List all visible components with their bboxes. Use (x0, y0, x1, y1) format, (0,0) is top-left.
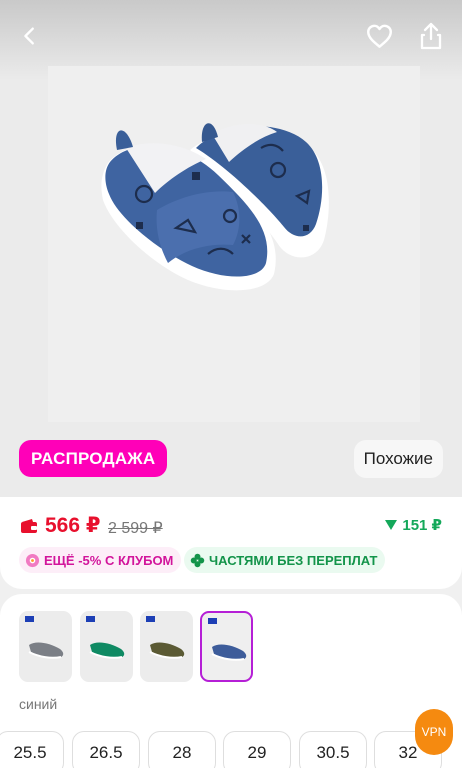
product-shoe-image (101, 123, 329, 291)
installment-chip[interactable]: ЧАСТЯМИ БЕЗ ПЕРЕПЛАТ (184, 547, 386, 573)
heart-icon (366, 24, 392, 48)
mini-shoe-olive (149, 642, 185, 659)
price-card (0, 497, 462, 589)
favorite-button[interactable] (361, 18, 397, 54)
size-option[interactable]: 26.5 (72, 731, 140, 768)
installment-label: ЧАСТЯМИ БЕЗ ПЕРЕПЛАТ (209, 552, 378, 568)
brand-logo (86, 616, 95, 622)
product-page: РАСПРОДАЖА Похожие 566 ₽ 2 599 ₽ 151 ₽ Е… (0, 0, 462, 768)
back-button[interactable] (12, 18, 48, 54)
size-option[interactable]: 30.5 (299, 731, 367, 768)
product-photo[interactable] (48, 66, 420, 422)
size-option[interactable]: 25.5 (0, 731, 64, 768)
similar-button[interactable]: Похожие (353, 440, 443, 478)
bonus-value: 151 ₽ (402, 517, 442, 534)
color-thumb-olive[interactable] (140, 611, 193, 682)
mini-shoe-blue (211, 644, 247, 661)
share-button[interactable] (413, 18, 449, 54)
size-option[interactable]: 28 (148, 731, 216, 768)
brand-logo (146, 616, 155, 622)
color-thumb-gray[interactable] (19, 611, 72, 682)
brand-logo (208, 618, 217, 624)
mini-shoe-green (89, 642, 125, 659)
club-discount-label: ЕЩЁ -5% С КЛУБОМ (44, 552, 174, 568)
clover-icon (190, 553, 205, 567)
color-thumb-blue[interactable] (200, 611, 253, 682)
product-gallery[interactable]: РАСПРОДАЖА Похожие (0, 0, 462, 497)
color-thumb-green[interactable] (80, 611, 133, 682)
vpn-floating-button[interactable]: VPN (415, 709, 453, 755)
bonus-triangle-icon (385, 519, 398, 530)
chevron-left-icon (24, 27, 34, 45)
share-icon (420, 22, 442, 50)
selected-color-label: синий (19, 696, 58, 712)
bonus-points: 151 ₽ (385, 516, 442, 534)
sale-badge: РАСПРОДАЖА (19, 440, 168, 477)
size-option[interactable]: 29 (223, 731, 291, 768)
club-icon (25, 553, 40, 567)
wallet-icon (21, 519, 37, 533)
mini-shoe-gray (28, 642, 64, 659)
current-price: 566 ₽ (45, 514, 101, 537)
brand-logo (25, 616, 34, 622)
old-price: 2 599 ₽ (108, 520, 163, 537)
club-discount-chip[interactable]: ЕЩЁ -5% С КЛУБОМ (19, 547, 182, 573)
